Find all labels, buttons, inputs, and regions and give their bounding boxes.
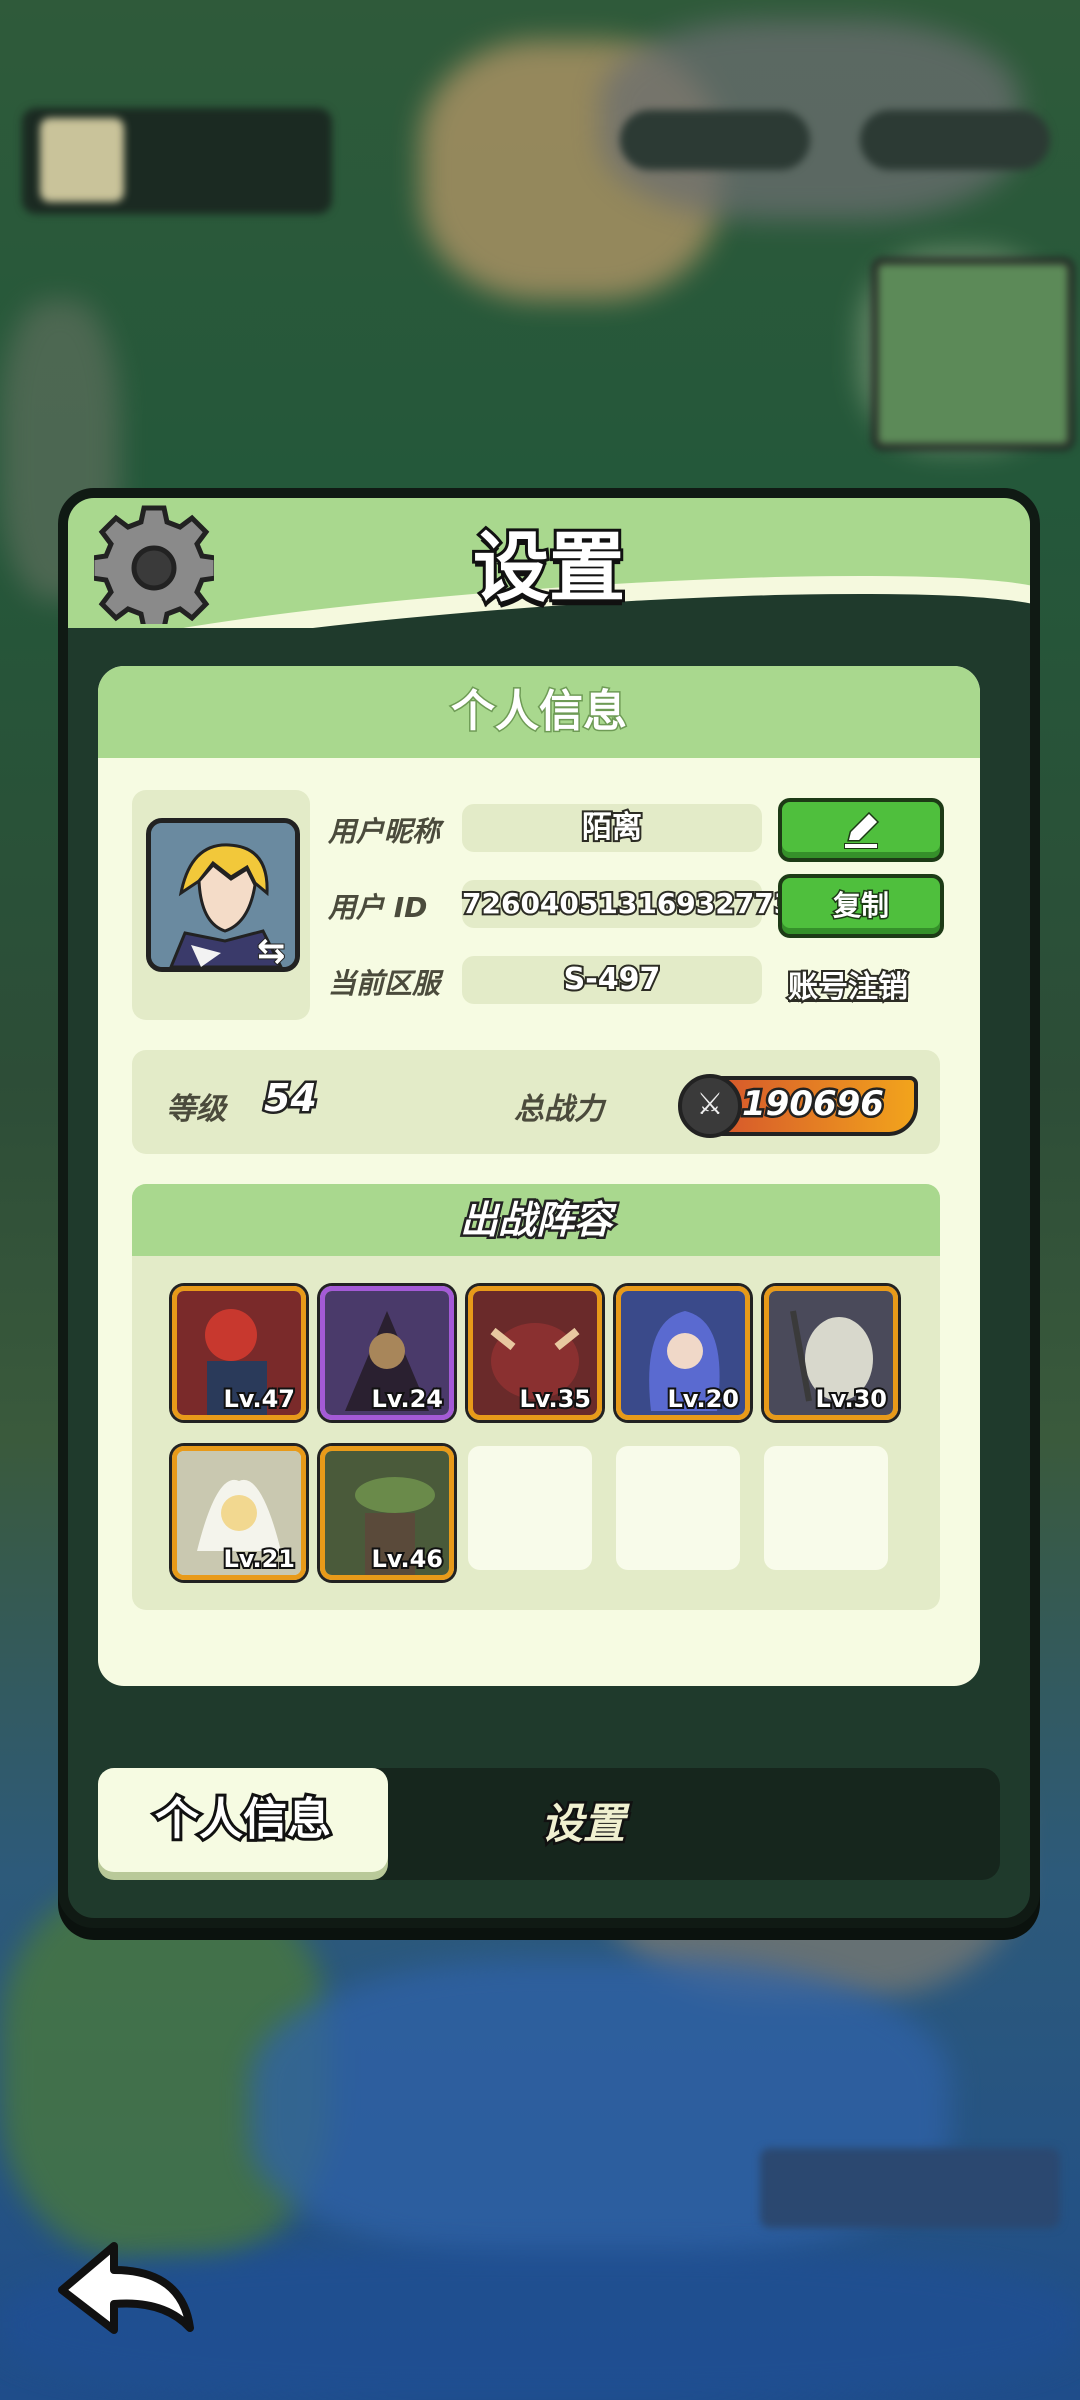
panel-title: 设置 [470, 520, 628, 615]
hero-level: Lv.30 [814, 1383, 889, 1415]
power-label: 总战力 [514, 1092, 604, 1127]
back-arrow-icon[interactable] [52, 2232, 202, 2342]
hero-slot[interactable]: Lv.20 [616, 1286, 750, 1420]
currency-hud-blurred [620, 110, 810, 170]
hero-level: Lv.46 [370, 1543, 445, 1575]
level-value: 54 [262, 1074, 320, 1123]
minimap-blurred [872, 258, 1074, 450]
stats-bar: 等级 54 总战力 ⚔ 190696 [132, 1050, 940, 1154]
user-id-label: 用户 ID [328, 891, 428, 924]
hero-slot[interactable]: Lv.24 [320, 1286, 454, 1420]
power-value: 190696 [740, 1082, 887, 1127]
empty-hero-slot[interactable] [468, 1446, 592, 1570]
pencil-icon [844, 811, 880, 849]
settings-panel: 设置 个人信息 ⇆ 用户昵称 陌离 用户 ID 7260405131693277… [58, 488, 1040, 1928]
player-avatar-blurred [40, 118, 124, 202]
battle-lineup: 出战阵容 Lv.47 Lv.24 Lv.35 Lv.20 Lv.30 Lv.21… [132, 1184, 940, 1610]
avatar-container[interactable]: ⇆ [132, 790, 310, 1020]
power-badge: ⚔ 190696 [678, 1074, 918, 1138]
profile-header: 个人信息 [98, 666, 980, 758]
hero-level: Lv.21 [222, 1543, 297, 1575]
profile-card: 个人信息 ⇆ 用户昵称 陌离 用户 ID 72604051316932773 复… [98, 666, 980, 1686]
hero-slot[interactable]: Lv.47 [172, 1286, 306, 1420]
notice-blurred [760, 2148, 1060, 2228]
hero-level: Lv.24 [370, 1383, 445, 1415]
hero-slot[interactable]: Lv.30 [764, 1286, 898, 1420]
edit-nickname-button[interactable] [778, 798, 944, 862]
hero-level: Lv.35 [518, 1383, 593, 1415]
server-value: S-497 [462, 956, 762, 1004]
nickname-label: 用户昵称 [328, 815, 441, 848]
hero-slot[interactable]: Lv.21 [172, 1446, 306, 1580]
cancel-account-link[interactable]: 账号注销 [786, 962, 910, 1007]
hero-slot[interactable]: Lv.46 [320, 1446, 454, 1580]
nickname-value: 陌离 [462, 804, 762, 852]
switch-account-icon[interactable]: ⇆ [256, 932, 295, 967]
crossed-swords-icon: ⚔ [678, 1074, 742, 1138]
tab-bar: 个人信息 设置 [98, 1768, 1000, 1880]
tab-profile-info[interactable]: 个人信息 [98, 1768, 388, 1872]
server-label: 当前区服 [328, 967, 441, 1000]
hero-level: Lv.20 [666, 1383, 741, 1415]
empty-hero-slot[interactable] [616, 1446, 740, 1570]
copy-id-button[interactable]: 复制 [778, 874, 944, 938]
currency-hud-blurred [860, 110, 1050, 170]
tab-settings[interactable]: 设置 [458, 1768, 708, 1880]
avatar[interactable]: ⇆ [146, 818, 300, 972]
empty-hero-slot[interactable] [764, 1446, 888, 1570]
hero-slot[interactable]: Lv.35 [468, 1286, 602, 1420]
level-label: 等级 [166, 1092, 226, 1127]
user-id-value: 72604051316932773 [460, 880, 795, 928]
hero-level: Lv.47 [222, 1383, 297, 1415]
lineup-header: 出战阵容 [132, 1184, 940, 1256]
